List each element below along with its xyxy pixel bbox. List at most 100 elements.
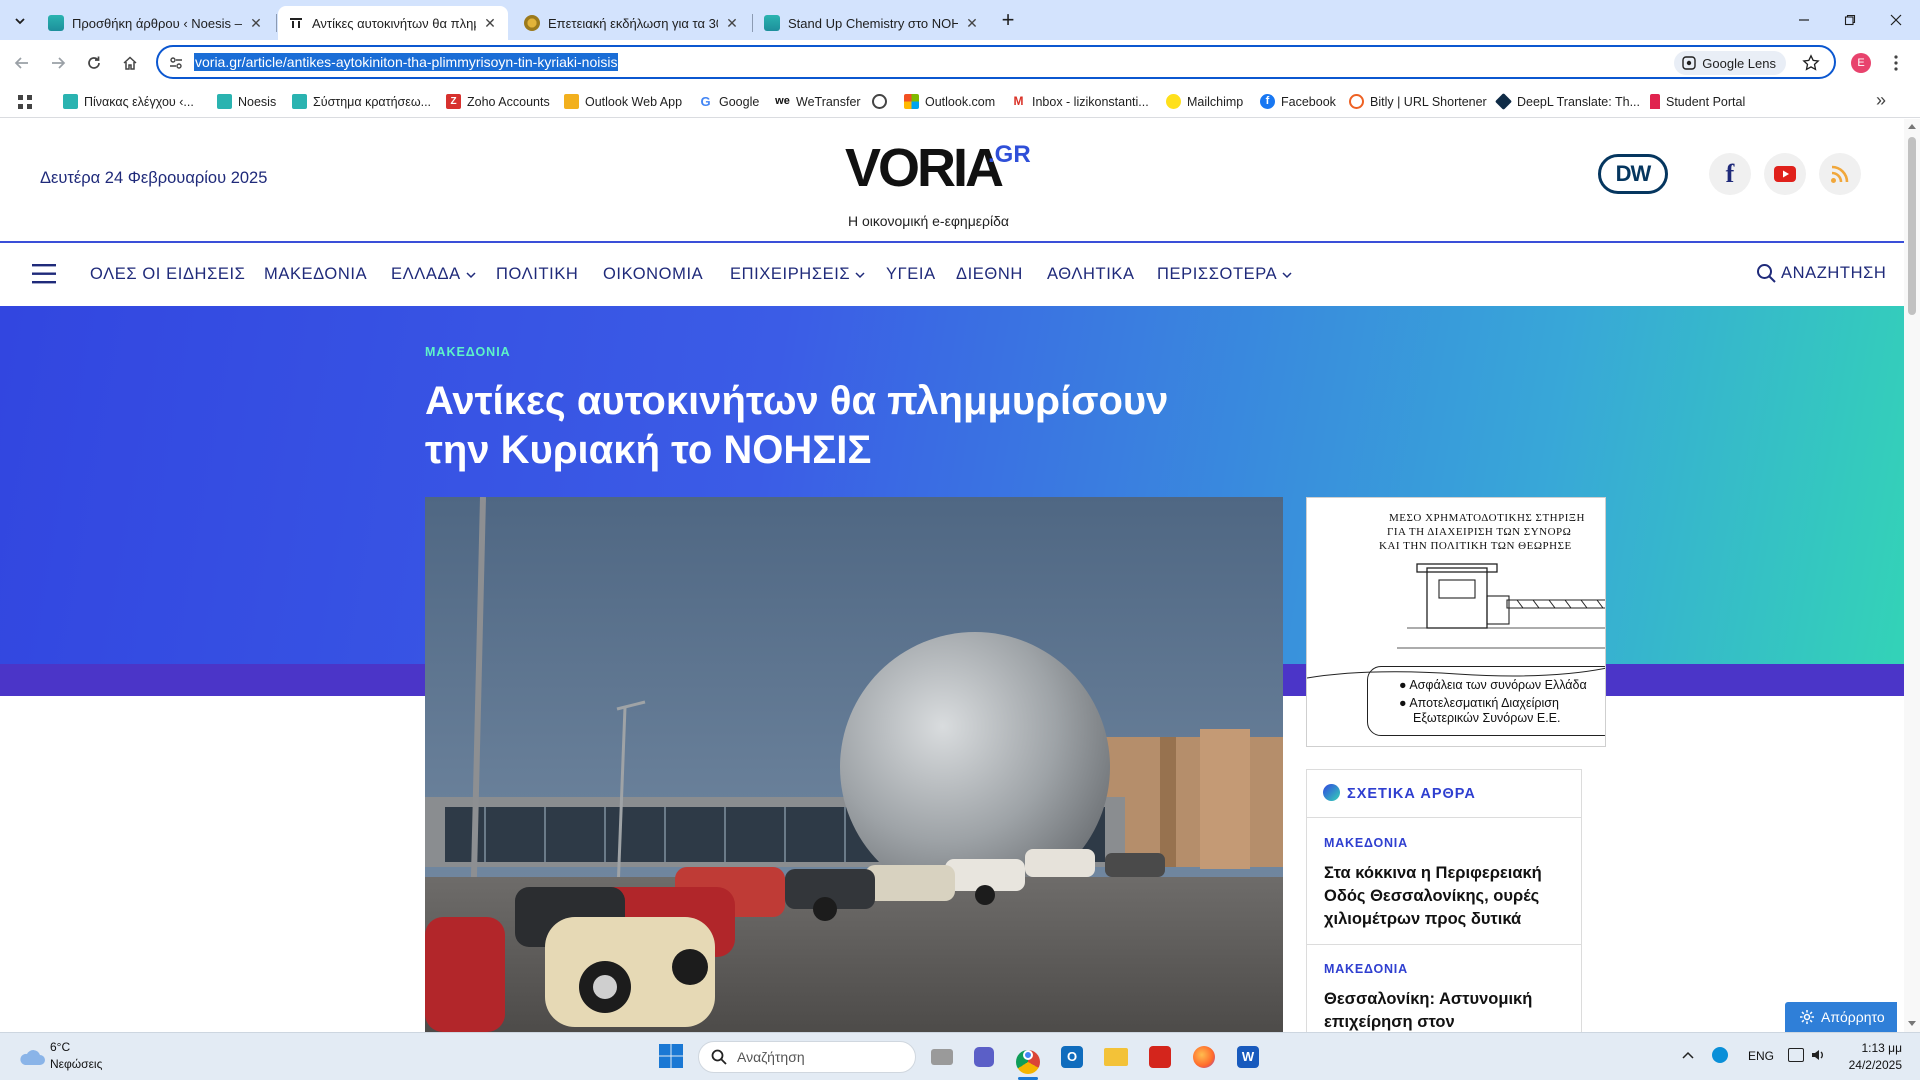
reload-button[interactable] xyxy=(80,49,108,77)
browser-menu-button[interactable] xyxy=(1886,52,1906,74)
header-date: Δευτέρα 24 Φεβρουαρίου 2025 xyxy=(40,169,268,187)
nav-international[interactable]: ΔΙΕΘΝΗ xyxy=(956,265,1023,284)
tab-search-button[interactable] xyxy=(8,9,32,33)
chrome-icon[interactable] xyxy=(1014,1043,1042,1074)
acrobat-icon[interactable] xyxy=(1146,1043,1174,1071)
lens-icon xyxy=(1682,56,1696,70)
minimize-icon xyxy=(1799,19,1809,21)
scrollbar-thumb[interactable] xyxy=(1908,137,1916,315)
scroll-up-icon[interactable] xyxy=(1908,123,1916,129)
bookmark-dashboard[interactable]: Πίνακας ελέγχου ‹... xyxy=(63,94,194,109)
noesis-favicon-icon xyxy=(764,15,780,31)
dw-logo[interactable]: DW xyxy=(1598,154,1668,194)
article-category[interactable]: ΜΑΚΕΔΟΝΙΑ xyxy=(425,345,511,359)
close-tab-icon[interactable]: ✕ xyxy=(724,15,740,31)
chevron-down-icon xyxy=(855,271,865,278)
close-tab-icon[interactable]: ✕ xyxy=(964,15,980,31)
apps-grid-icon xyxy=(18,95,32,109)
file-explorer-icon[interactable] xyxy=(1102,1043,1130,1071)
outlook-icon[interactable]: O xyxy=(1058,1043,1086,1071)
nav-macedonia[interactable]: ΜΑΚΕΔΟΝΙΑ xyxy=(264,265,367,284)
bookmark-globe[interactable] xyxy=(872,94,893,109)
google-lens-button[interactable]: Google Lens xyxy=(1674,51,1786,75)
show-hidden-icons[interactable] xyxy=(1682,1047,1694,1065)
facebook-icon: f xyxy=(1260,94,1275,109)
network-icon[interactable] xyxy=(1788,1048,1804,1062)
bookmark-noesis[interactable]: Noesis xyxy=(217,94,276,109)
close-window-button[interactable] xyxy=(1882,8,1910,32)
zoho-icon: Z xyxy=(446,94,461,109)
bookmark-bitly[interactable]: Bitly | URL Shortener xyxy=(1349,94,1487,109)
tab-anniversary-event[interactable]: Επετειακή εκδήλωση για τα 30 ✕ xyxy=(514,6,750,40)
bookmark-mailchimp[interactable]: Mailchimp xyxy=(1166,94,1243,109)
clock-date[interactable]: 24/2/2025 xyxy=(1840,1058,1902,1072)
minimize-button[interactable] xyxy=(1790,8,1818,32)
restore-button[interactable] xyxy=(1836,8,1864,32)
apps-button[interactable] xyxy=(18,95,32,114)
youtube-link[interactable] xyxy=(1764,153,1806,195)
tab-noesis-add-article[interactable]: Προσθήκη άρθρου ‹ Noesis — ✕ xyxy=(38,6,274,40)
web-page: Δευτέρα 24 Φεβρουαρίου 2025 VORIA .GR Η … xyxy=(0,119,1904,1032)
related-article-item[interactable]: ΜΑΚΕΔΟΝΙΑ Στα κόκκινα η Περιφερειακή Οδό… xyxy=(1307,819,1581,945)
page-scrollbar[interactable] xyxy=(1904,119,1920,1032)
more-bookmarks-button[interactable]: » xyxy=(1876,90,1886,111)
voria-logo[interactable]: VORIA .GR Η οικονομική e-εφημερίδα xyxy=(845,137,1085,229)
tab-voria-article[interactable]: Αντίκες αυτοκινήτων θα πλημμ ✕ xyxy=(278,6,508,40)
new-tab-button[interactable]: + xyxy=(996,6,1020,34)
bookmark-deepl[interactable]: DeepL Translate: Th... xyxy=(1495,93,1640,110)
weather-widget[interactable]: 6°C Νεφώσεις xyxy=(12,1033,122,1081)
bookmark-student-portal[interactable]: Student Portal xyxy=(1650,94,1745,109)
bookmark-booking-system[interactable]: Σύστημα κρατήσεω... xyxy=(292,94,431,109)
scroll-down-icon[interactable] xyxy=(1908,1021,1916,1027)
privacy-settings-button[interactable]: Απόρρητο xyxy=(1785,1002,1897,1032)
site-info-icon[interactable] xyxy=(168,55,184,71)
nav-business[interactable]: ΕΠΙΧΕΙΡΗΣΕΙΣ xyxy=(730,265,865,284)
address-bar[interactable]: voria.gr/article/antikes-aytokiniton-tha… xyxy=(156,45,1836,79)
advertisement-banner[interactable]: ΜΕΣΟ ΧΡΗΜΑΤΟΔΟΤΙΚΗΣ ΣΤΗΡΙΞΗ ΓΙΑ ΤΗ ΔΙΑΧΕ… xyxy=(1306,497,1606,747)
start-button[interactable] xyxy=(658,1043,686,1071)
url-text[interactable]: voria.gr/article/antikes-aytokiniton-tha… xyxy=(194,53,619,71)
nav-health[interactable]: ΥΓΕΙΑ xyxy=(886,265,936,284)
close-tab-icon[interactable]: ✕ xyxy=(248,15,264,31)
outlook-web-app-icon xyxy=(564,94,579,109)
related-article-item[interactable]: ΜΑΚΕΔΟΝΙΑ Θεσσαλονίκη: Αστυνομική επιχεί… xyxy=(1307,946,1581,1032)
nav-sports[interactable]: ΑΘΛΗΤΙΚΑ xyxy=(1047,265,1135,284)
taskbar-search-box[interactable]: Αναζήτηση xyxy=(698,1041,916,1073)
task-view-icon[interactable] xyxy=(928,1043,956,1071)
forward-button[interactable] xyxy=(44,49,72,77)
nav-greece[interactable]: ΕΛΛΑΔΑ xyxy=(391,265,476,284)
reload-icon xyxy=(88,56,100,69)
emblem-favicon-icon xyxy=(524,15,540,31)
search-button[interactable]: ΑΝΑΖΗΤΗΣΗ xyxy=(1756,263,1886,283)
firefox-icon[interactable] xyxy=(1190,1043,1218,1071)
bookmark-outlook-web-app[interactable]: Outlook Web App xyxy=(564,94,682,109)
hamburger-menu-button[interactable] xyxy=(32,263,56,285)
nav-economy[interactable]: ΟΙΚΟΝΟΜΙΑ xyxy=(603,265,703,284)
close-icon xyxy=(1890,14,1902,26)
word-icon[interactable]: W xyxy=(1234,1043,1262,1071)
nav-more[interactable]: ΠΕΡΙΣΣΟΤΕΡΑ xyxy=(1157,265,1292,284)
tray-app-icon[interactable] xyxy=(1712,1047,1728,1063)
bookmark-facebook[interactable]: f Facebook xyxy=(1260,94,1336,109)
nav-all-news[interactable]: ΟΛΕΣ ΟΙ ΕΙΔΗΣΕΙΣ xyxy=(90,265,245,284)
deepl-icon xyxy=(1495,93,1512,110)
bookmark-wetransfer[interactable]: we WeTransfer xyxy=(775,94,860,109)
teams-icon[interactable] xyxy=(970,1043,998,1071)
bookmark-zoho[interactable]: Z Zoho Accounts xyxy=(446,94,550,109)
facebook-link[interactable]: f xyxy=(1709,153,1751,195)
volume-icon[interactable] xyxy=(1810,1047,1826,1068)
bookmark-google[interactable]: G Google xyxy=(698,94,759,109)
input-language[interactable]: ENG xyxy=(1748,1049,1774,1063)
bookmark-gmail-inbox[interactable]: M Inbox - lizikonstanti... xyxy=(1011,94,1149,109)
clock-time[interactable]: 1:13 μμ xyxy=(1850,1041,1902,1055)
voria-favicon-icon xyxy=(288,15,304,31)
nav-politics[interactable]: ΠΟΛΙΤΙΚΗ xyxy=(496,265,578,284)
profile-avatar[interactable]: E xyxy=(1851,53,1871,73)
bookmark-star-icon[interactable] xyxy=(1802,54,1820,72)
rss-link[interactable] xyxy=(1819,153,1861,195)
back-button[interactable] xyxy=(8,49,36,77)
home-button[interactable] xyxy=(116,49,144,77)
tab-stand-up-chemistry[interactable]: Stand Up Chemistry στο ΝΟΗΣΙ ✕ xyxy=(754,6,990,40)
bookmark-outlook-com[interactable]: Outlook.com xyxy=(904,94,995,109)
close-tab-icon[interactable]: ✕ xyxy=(482,15,498,31)
